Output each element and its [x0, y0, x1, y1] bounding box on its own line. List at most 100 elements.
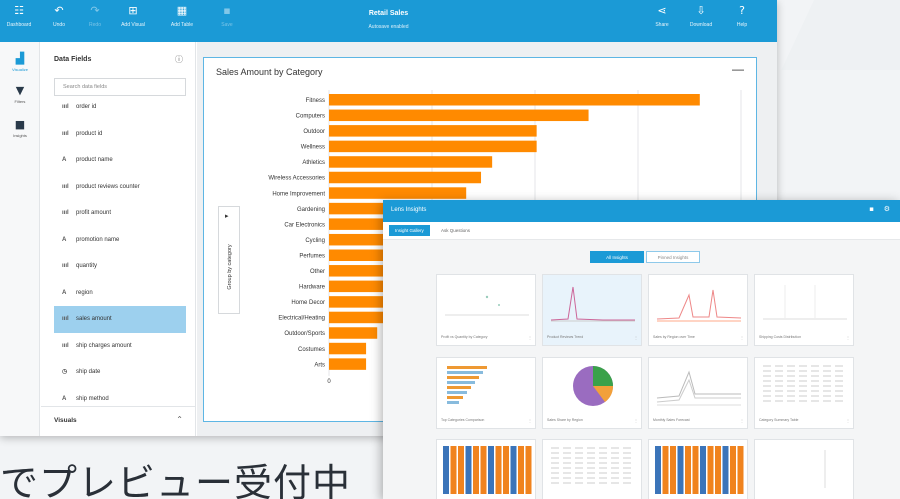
- more-options-icon[interactable]: ⋮: [528, 418, 532, 423]
- field-item[interactable]: ıııl quantity: [54, 253, 186, 280]
- category-label: Cycling: [305, 238, 325, 244]
- insights-icon: ■: [14, 118, 26, 131]
- rail-item-insights[interactable]: ■ Insights: [0, 118, 40, 138]
- field-item[interactable]: Apromotion name: [54, 227, 186, 254]
- tab-gallery[interactable]: Insight Gallery: [389, 225, 430, 236]
- category-label: Home Improvement: [272, 191, 325, 197]
- thumbnail-preview: [445, 295, 529, 316]
- insight-thumbnail[interactable]: Profit vs Quantity by Category ⋮: [436, 274, 536, 346]
- help-button[interactable]: ? Help: [725, 5, 759, 29]
- bar[interactable]: [329, 358, 367, 370]
- tab-ask[interactable]: Ask Questions: [435, 225, 476, 236]
- insight-thumbnail[interactable]: Monthly Sales Forecast ⋮: [648, 357, 748, 429]
- rail-item-visualize[interactable]: ▟ Visualize: [0, 52, 40, 72]
- more-options-icon[interactable]: ⋮: [528, 335, 532, 340]
- visuals-section[interactable]: Visuals ⌃: [41, 406, 195, 436]
- thumbnail-caption: Monthly Sales Forecast: [653, 418, 690, 422]
- numeric-icon: ıııl: [62, 263, 69, 269]
- insight-thumbnail[interactable]: Category Summary Table ⋮: [754, 357, 854, 429]
- field-item[interactable]: ıııl product reviews counter: [54, 174, 186, 201]
- data-fields-panel: Data Fields ⓘ Search data fields ıııl ord…: [41, 42, 196, 436]
- segment-all[interactable]: All Insights: [590, 251, 644, 263]
- download-icon: ⇩: [696, 4, 706, 17]
- text-type-icon: A: [62, 289, 67, 296]
- field-item[interactable]: ◷ ship date: [54, 359, 186, 386]
- insights-header: Lens Insights ▪ ⚙: [383, 200, 900, 222]
- numeric-icon: ıııl: [62, 342, 69, 349]
- bar[interactable]: [329, 109, 589, 122]
- field-item[interactable]: ıııl order id: [54, 94, 186, 121]
- thumbnail-caption: Sales Share by Region: [547, 418, 583, 422]
- more-options-icon[interactable]: ⋮: [740, 418, 744, 423]
- info-icon[interactable]: ⓘ: [175, 54, 183, 65]
- rail-item-filters[interactable]: ▼ Filters: [0, 84, 40, 104]
- insights-gallery: All Insights Pinned Insights Profit vs Q…: [383, 240, 900, 499]
- thumbnail-preview: [824, 450, 826, 488]
- bar[interactable]: [329, 311, 389, 324]
- category-label: Costumes: [298, 347, 325, 353]
- insight-thumbnail[interactable]: Sales by Region over Time ⋮: [648, 274, 748, 346]
- bar[interactable]: [329, 125, 537, 137]
- thumbnail-preview: [550, 286, 635, 322]
- category-label: Fitness: [306, 98, 325, 104]
- x-tick-label: 0: [327, 379, 331, 385]
- category-label: Computers: [296, 114, 325, 120]
- thumbnail-caption: Profit vs Quantity by Category: [441, 335, 488, 339]
- settings-icon[interactable]: ⚙: [884, 205, 890, 213]
- bar[interactable]: [329, 342, 367, 355]
- field-item[interactable]: ıııl product id: [54, 121, 186, 148]
- more-options-icon[interactable]: ⋮: [634, 418, 638, 423]
- more-options-icon[interactable]: ⋮: [634, 335, 638, 340]
- bar[interactable]: [329, 94, 700, 106]
- insight-thumbnail[interactable]: [648, 439, 748, 499]
- insight-thumbnail[interactable]: Shipping Costs Distribution ⋮: [754, 274, 854, 346]
- insight-thumbnail[interactable]: Sales Share by Region ⋮: [542, 357, 642, 429]
- category-label: Arts: [314, 362, 325, 368]
- category-label: Gardening: [297, 207, 325, 213]
- field-item[interactable]: ıııl ship charges amount: [54, 333, 186, 360]
- share-icon: ⋖: [657, 4, 667, 17]
- more-options-icon[interactable]: ⋮: [846, 335, 850, 340]
- left-rail: ▟ Visualize ▼ Filters ■ Insights: [0, 42, 40, 436]
- thumbnail-preview: [447, 366, 487, 404]
- thumbnail-caption: Sales by Region over Time: [653, 335, 695, 339]
- field-item-selected[interactable]: ıııl sales amount: [54, 306, 186, 333]
- category-label: Car Electronics: [284, 222, 325, 228]
- bar[interactable]: [329, 187, 467, 199]
- insight-thumbnail[interactable]: Product Reviews Trend ⋮: [542, 274, 642, 346]
- category-label: Perfumes: [299, 253, 325, 259]
- bar-chart-icon: ▟: [15, 52, 25, 65]
- field-item[interactable]: Aproduct name: [54, 147, 186, 174]
- field-item[interactable]: Aregion: [54, 280, 186, 307]
- share-button[interactable]: ⋖ Share: [645, 4, 679, 29]
- bar[interactable]: [329, 171, 482, 184]
- bar[interactable]: [329, 327, 378, 339]
- bar[interactable]: [329, 156, 493, 168]
- category-label: Hardware: [299, 285, 326, 291]
- category-label: Other: [310, 269, 325, 275]
- more-options-icon[interactable]: ⋮: [846, 418, 850, 423]
- thumbnail-preview: [655, 446, 744, 494]
- bar[interactable]: [329, 140, 537, 153]
- insight-thumbnail[interactable]: Top Categories Comparison ⋮: [436, 357, 536, 429]
- filter-icon: ▼: [15, 84, 25, 97]
- insight-thumbnail[interactable]: [542, 439, 642, 499]
- numeric-icon: ıııl: [62, 316, 69, 322]
- category-label: Outdoor/Sports: [284, 331, 325, 337]
- clock-icon: ◷: [62, 369, 68, 375]
- more-options-icon[interactable]: ⋮: [740, 335, 744, 340]
- segment-pinned[interactable]: Pinned Insights: [646, 251, 700, 263]
- insight-thumbnail[interactable]: [436, 439, 536, 499]
- text-type-icon: A: [62, 236, 67, 243]
- chevron-up-icon[interactable]: ⌃: [176, 415, 183, 424]
- download-button[interactable]: ⇩ Download: [684, 4, 718, 29]
- field-list: ıııl order id ıııl product id Aproduct nam…: [54, 94, 186, 412]
- field-item[interactable]: ıııl profit amount: [54, 200, 186, 227]
- insight-thumbnail[interactable]: [754, 439, 854, 499]
- category-label: Wellness: [301, 145, 325, 151]
- pin-icon[interactable]: ▪: [869, 205, 874, 213]
- category-label: Home Decor: [291, 300, 325, 306]
- numeric-icon: ıııl: [62, 130, 69, 137]
- thumbnail-caption: Top Categories Comparison: [441, 418, 485, 422]
- banner-text: でプレビュー受付中: [0, 461, 352, 499]
